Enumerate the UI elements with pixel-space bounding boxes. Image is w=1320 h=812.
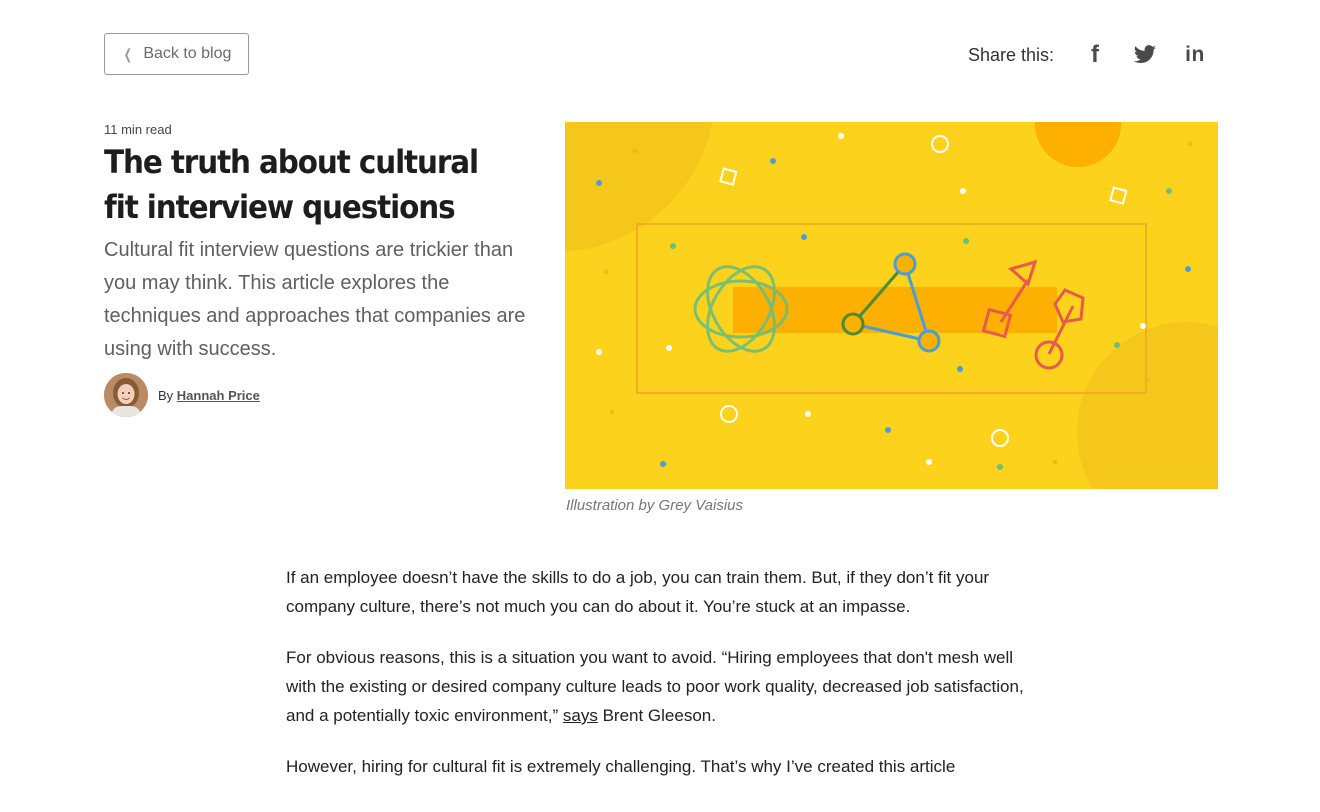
facebook-glyph: f (1091, 41, 1099, 68)
hero-caption: Illustration by Grey Vaisius (566, 497, 744, 514)
hero-illustration (565, 122, 1218, 489)
back-to-blog-button[interactable]: ❮ Back to blog (104, 33, 249, 75)
read-time: 11 min read (104, 122, 172, 137)
says-link[interactable]: says (563, 706, 598, 725)
author-name-link[interactable]: Hannah Price (177, 388, 260, 403)
share-label: Share this: (967, 44, 1054, 65)
linkedin-glyph: in (1185, 43, 1205, 66)
article-title: The truth about cultural fit interview q… (104, 143, 479, 226)
linkedin-icon[interactable]: in (1182, 42, 1208, 68)
article-subtitle: Cultural fit interview questions are tri… (104, 239, 526, 360)
article-body: If an employee doesn’t have the skills t… (286, 563, 1046, 803)
avatar-portrait-graphic (104, 373, 148, 417)
back-to-blog-label: Back to blog (143, 45, 232, 62)
hero-illustration-graphic (565, 122, 1218, 489)
author-avatar (104, 373, 148, 417)
facebook-icon[interactable]: f (1082, 41, 1108, 68)
twitter-icon[interactable] (1132, 42, 1158, 68)
paragraph-2: For obvious reasons, this is a situation… (286, 643, 1046, 730)
byline-prefix: By (158, 387, 174, 403)
byline-text: By Hannah Price (158, 388, 260, 403)
author-byline: By Hannah Price (104, 373, 260, 417)
paragraph-3: However, hiring for cultural fit is extr… (286, 757, 956, 776)
paragraph-1: If an employee doesn’t have the skills t… (286, 568, 990, 616)
paragraph-2-tail: Brent Gleeson. (597, 706, 716, 725)
twitter-bird-glyph (1133, 45, 1156, 64)
chevron-left-icon: ❮ (123, 45, 132, 62)
share-bar: Share this: f in (968, 40, 1208, 70)
